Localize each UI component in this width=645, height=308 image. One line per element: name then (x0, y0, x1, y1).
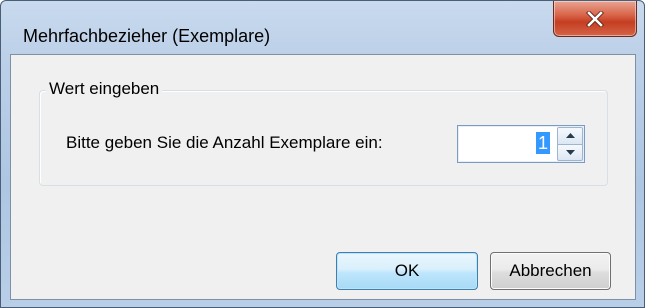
ok-button[interactable]: OK (336, 252, 478, 290)
quantity-stepper[interactable]: 1 (457, 125, 585, 163)
close-x-icon (586, 10, 604, 27)
window-title: Mehrfachbezieher (Exemplare) (23, 26, 271, 46)
spin-buttons (557, 127, 583, 161)
close-button[interactable] (553, 1, 637, 37)
dialog-client-area: Wert eingeben Bitte geben Sie die Anzahl… (10, 54, 636, 300)
triangle-up-icon (565, 133, 575, 139)
spin-down-button[interactable] (557, 144, 583, 161)
quantity-input[interactable]: 1 (535, 132, 550, 154)
spin-up-button[interactable] (557, 127, 583, 145)
triangle-down-icon (565, 149, 575, 155)
dialog-window: Mehrfachbezieher (Exemplare) Wert eingeb… (0, 0, 645, 308)
value-input-group: Wert eingeben Bitte geben Sie die Anzahl… (39, 79, 608, 186)
quantity-prompt-label: Bitte geben Sie die Anzahl Exemplare ein… (66, 133, 383, 152)
title-bar[interactable]: Mehrfachbezieher (Exemplare) (1, 1, 644, 53)
group-legend: Wert eingeben (46, 79, 163, 99)
cancel-button[interactable]: Abbrechen (490, 252, 611, 290)
